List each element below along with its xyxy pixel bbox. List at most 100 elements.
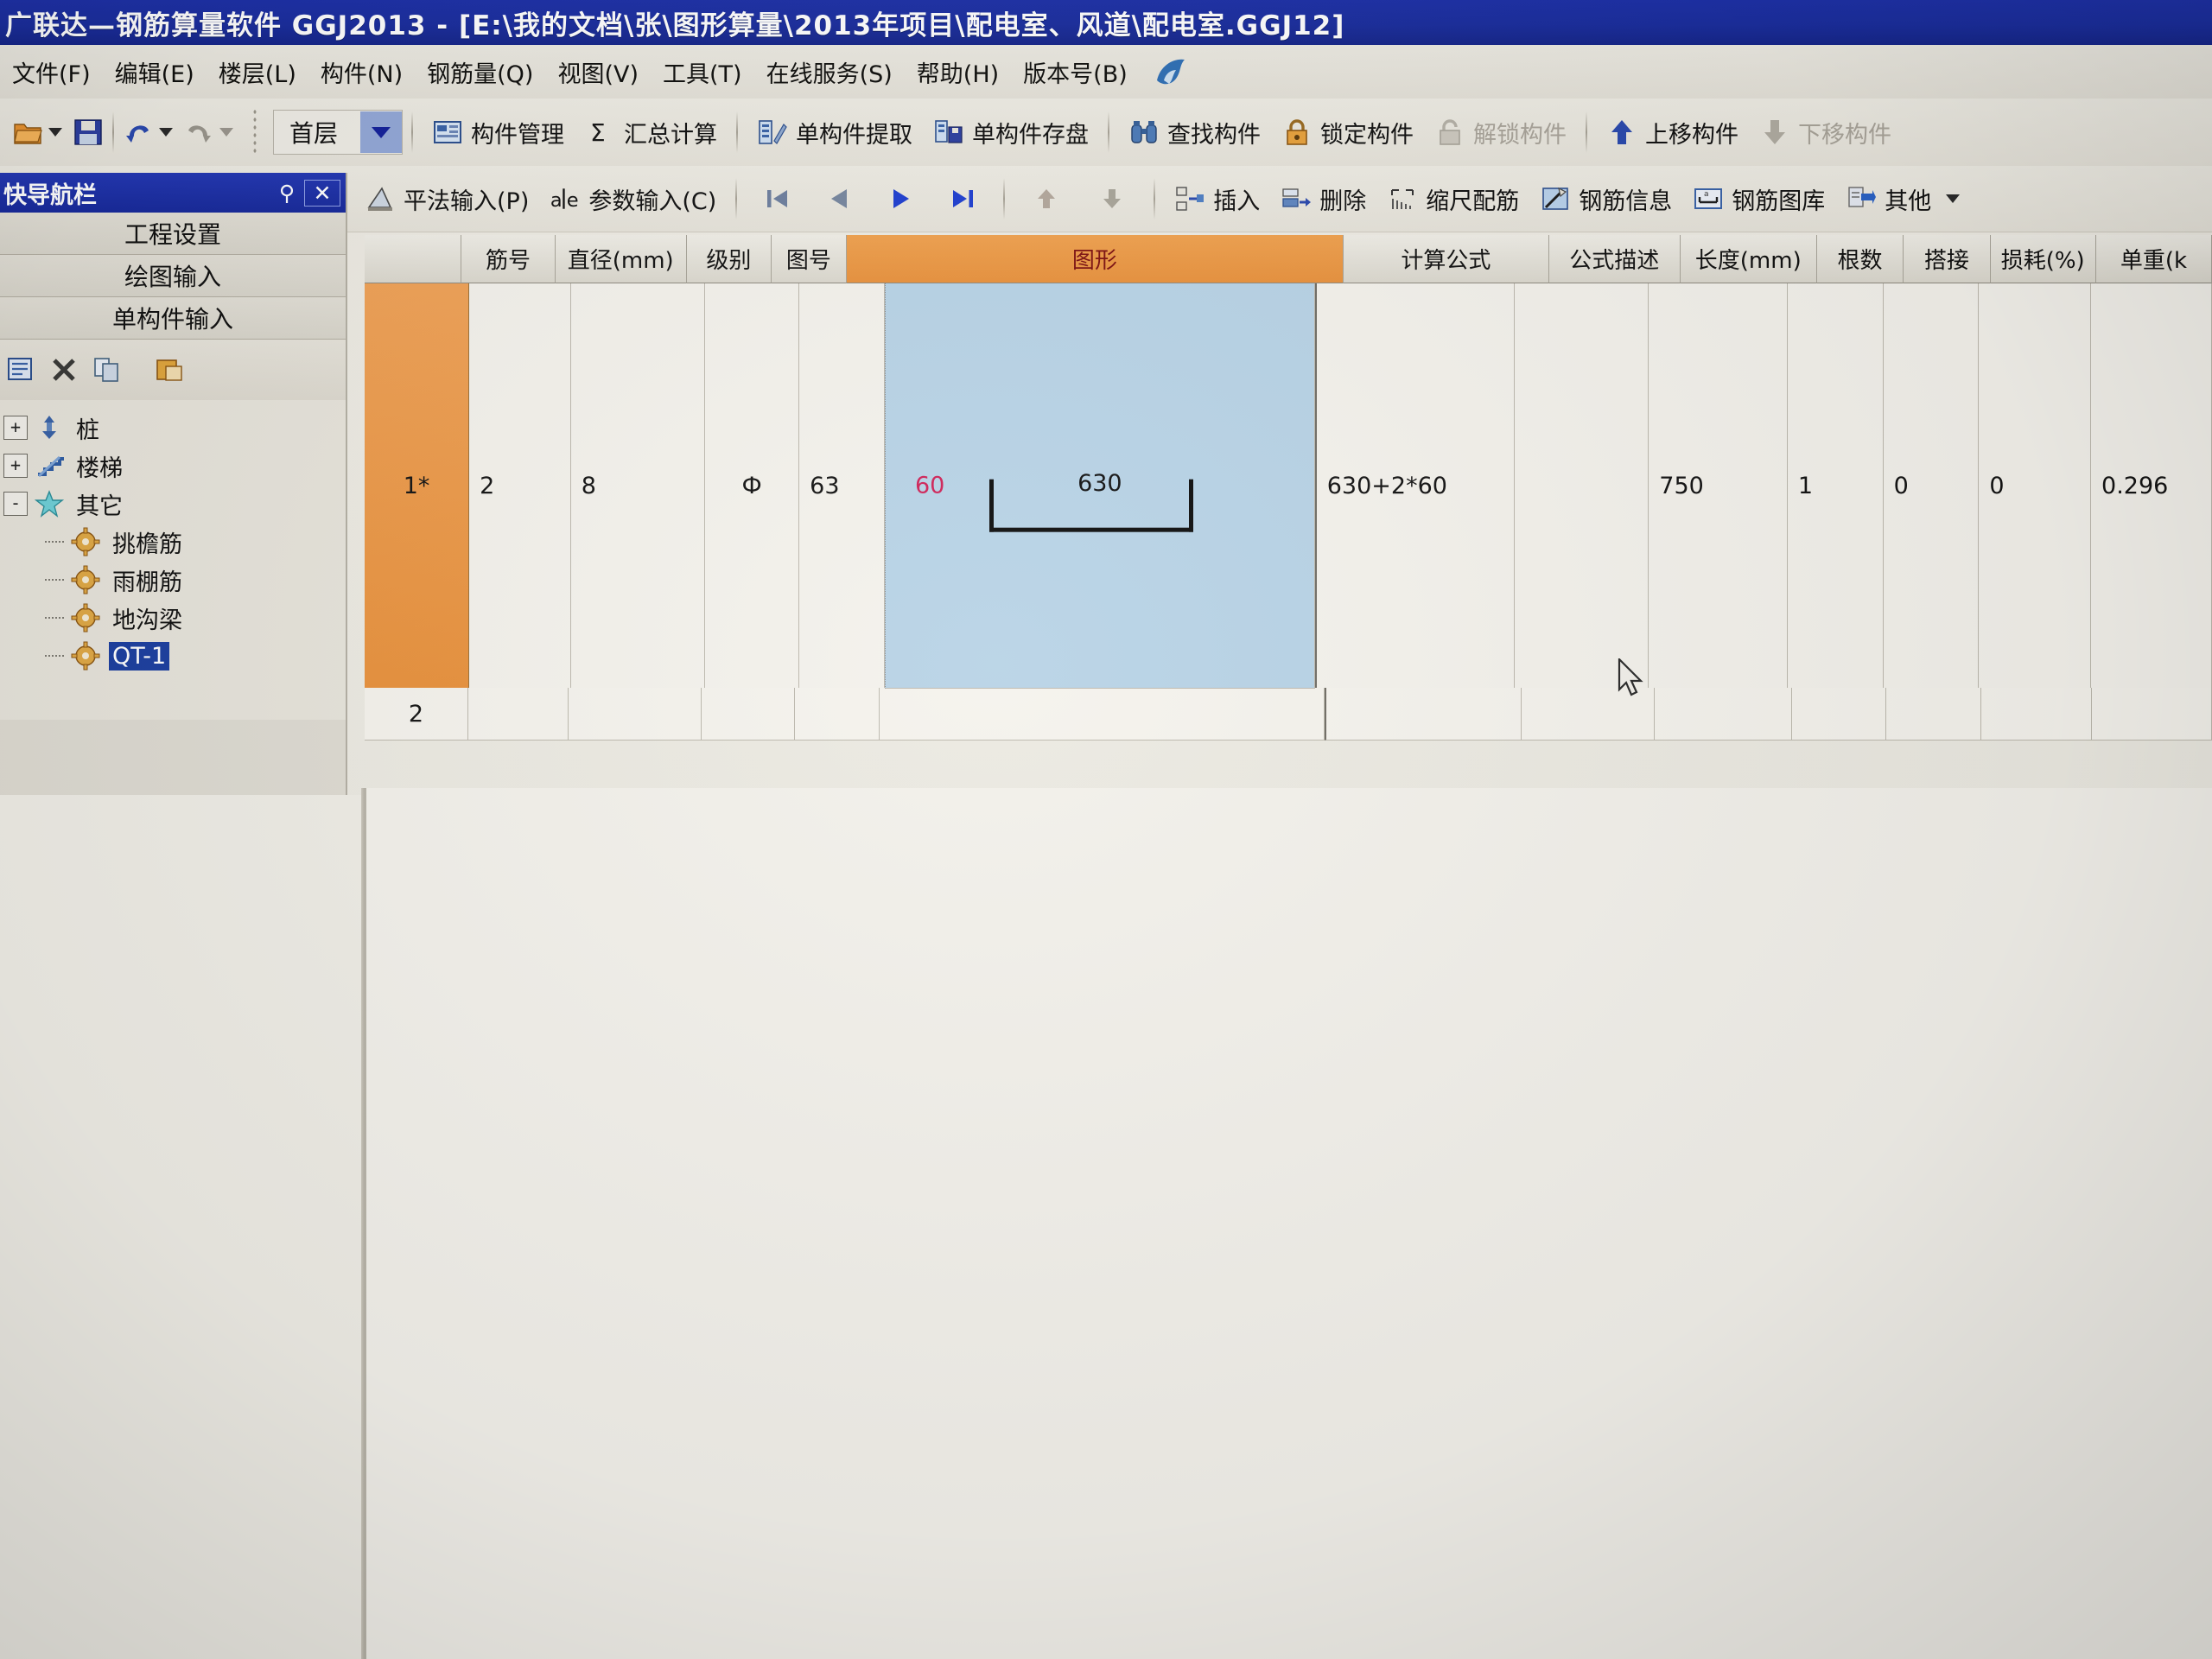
grid-header-unit-weight[interactable]: 单重(k — [2095, 235, 2212, 283]
scale-rebar-button[interactable]: 缩尺配筋 — [1376, 179, 1529, 219]
prev-record-icon[interactable] — [823, 183, 855, 214]
cell-length[interactable] — [1654, 688, 1792, 741]
menu-item-rebar-quantity[interactable]: 钢筋量(Q) — [415, 52, 545, 92]
save-component-button[interactable]: 单构件存盘 — [923, 112, 1099, 153]
pin-icon[interactable]: ⚲ — [270, 181, 304, 206]
tree-expander-icon[interactable]: - — [3, 492, 28, 516]
grid-header-length[interactable]: 长度(mm) — [1680, 235, 1817, 283]
move-down-icon[interactable] — [1096, 183, 1128, 214]
menu-item-version[interactable]: 版本号(B) — [1011, 52, 1140, 92]
find-component-button[interactable]: 查找构件 — [1118, 112, 1271, 153]
work-area[interactable] — [365, 788, 2212, 1659]
close-icon[interactable]: ✕ — [304, 179, 340, 207]
grid-header-count[interactable]: 根数 — [1816, 235, 1904, 283]
cell-unit-weight[interactable]: 0.296 — [2091, 283, 2212, 689]
cell-loss[interactable]: 0 — [1979, 283, 2092, 689]
menu-item-help[interactable]: 帮助(H) — [905, 52, 1011, 92]
tree-expander-icon[interactable]: + — [3, 416, 28, 440]
next-record-icon[interactable] — [886, 183, 917, 214]
cell-loss[interactable] — [1981, 688, 2093, 741]
insert-row-button[interactable]: 插入 — [1164, 179, 1270, 219]
cell-count[interactable] — [1791, 688, 1887, 741]
nav-button-drawing-input[interactable]: 绘图输入 — [0, 255, 346, 297]
grid-header-diameter[interactable]: 直径(mm) — [555, 235, 687, 283]
tree-item-pile[interactable]: + 桩 — [3, 409, 346, 447]
paste-icon[interactable] — [154, 354, 185, 385]
dolphin-logo-icon[interactable] — [1152, 54, 1190, 89]
cell-lap[interactable]: 0 — [1883, 283, 1980, 689]
cell-diameter[interactable]: 8 — [570, 283, 706, 689]
cell-level[interactable] — [702, 688, 796, 741]
save-disk-icon[interactable] — [73, 117, 104, 148]
cell-tuhao[interactable]: 63 — [799, 283, 885, 689]
toolbar-grip[interactable] — [252, 108, 257, 156]
unlock-component-button[interactable]: 解锁构件 — [1424, 112, 1577, 153]
tree-item-other[interactable]: - 其它 — [3, 485, 346, 523]
move-component-up-button[interactable]: 上移构件 — [1596, 112, 1749, 153]
rebar-info-button[interactable]: 钢筋信息 — [1529, 179, 1682, 219]
tree-expander-icon[interactable]: + — [3, 454, 28, 478]
copy-icon[interactable] — [92, 354, 123, 385]
menu-item-floor[interactable]: 楼层(L) — [207, 52, 308, 92]
undo-arrow-icon[interactable] — [123, 117, 154, 148]
open-folder-icon[interactable] — [12, 117, 43, 148]
menu-item-edit[interactable]: 编辑(E) — [103, 52, 207, 92]
lock-component-button[interactable]: 锁定构件 — [1271, 112, 1424, 153]
cell-length[interactable]: 750 — [1649, 283, 1788, 689]
cell-jinhao[interactable]: 2 — [469, 283, 571, 689]
grid-header-jinhao[interactable]: 筋号 — [461, 235, 556, 283]
delete-x-icon[interactable] — [48, 354, 79, 385]
first-record-icon[interactable] — [761, 183, 792, 214]
cell-shape[interactable] — [879, 688, 1325, 741]
cell-jinhao[interactable] — [467, 688, 569, 741]
pingfa-input-button[interactable]: 平法输入(P) — [354, 179, 539, 219]
menu-item-view[interactable]: 视图(V) — [545, 52, 651, 92]
grid-header-tuhao[interactable]: 图号 — [772, 235, 847, 283]
cell-unit-weight[interactable] — [2092, 688, 2212, 741]
row-header[interactable]: 2 — [365, 688, 468, 741]
last-record-icon[interactable] — [948, 183, 979, 214]
row-header[interactable]: 1* — [365, 283, 470, 689]
cell-lap[interactable] — [1886, 688, 1982, 741]
cell-shape[interactable]: 60 630 — [884, 283, 1315, 689]
open-dropdown-caret-icon[interactable] — [48, 128, 62, 137]
delete-row-button[interactable]: 删除 — [1270, 179, 1376, 219]
tree-item-yupengjin[interactable]: 雨棚筋 — [3, 561, 346, 599]
tree-item-tiaoyanjin[interactable]: 挑檐筋 — [3, 523, 346, 561]
menu-item-component[interactable]: 构件(N) — [308, 52, 415, 92]
move-component-down-button[interactable]: 下移构件 — [1749, 112, 1902, 153]
grid-header-lap[interactable]: 搭接 — [1904, 235, 1991, 283]
menu-item-tools[interactable]: 工具(T) — [651, 52, 754, 92]
cell-count[interactable]: 1 — [1787, 283, 1884, 689]
grid-header-formula[interactable]: 计算公式 — [1344, 235, 1549, 283]
cell-formula[interactable] — [1324, 688, 1522, 741]
summary-calc-button[interactable]: Σ 汇总计算 — [575, 112, 728, 153]
cell-diameter[interactable] — [569, 688, 702, 741]
table-row[interactable]: 1* 2 8 Ф 63 60 630 630+2*60 750 1 0 0 0.… — [365, 283, 2212, 689]
move-up-icon[interactable] — [1031, 183, 1062, 214]
menu-item-file[interactable]: 文件(F) — [0, 52, 103, 92]
grid-header-rownum[interactable] — [365, 235, 462, 283]
undo-dropdown-caret-icon[interactable] — [159, 128, 173, 137]
cell-tuhao[interactable] — [795, 688, 880, 741]
new-component-icon[interactable] — [5, 354, 36, 385]
tree-item-stair[interactable]: + 楼梯 — [3, 447, 346, 485]
component-manager-button[interactable]: 构件管理 — [422, 112, 575, 153]
rebar-library-button[interactable]: a 钢筋图库 — [1682, 179, 1835, 219]
nav-button-project-settings[interactable]: 工程设置 — [0, 213, 346, 255]
parameter-input-button[interactable]: ae 参数输入(C) — [539, 179, 727, 219]
grid-header-formula-desc[interactable]: 公式描述 — [1548, 235, 1681, 283]
grid-header-shape[interactable]: 图形 — [846, 235, 1344, 283]
nav-button-single-component-input[interactable]: 单构件输入 — [0, 297, 346, 340]
grid-header-loss[interactable]: 损耗(%) — [1990, 235, 2096, 283]
chevron-down-icon[interactable] — [360, 111, 403, 153]
menu-item-online-service[interactable]: 在线服务(S) — [754, 52, 905, 92]
tree-item-digouliang[interactable]: 地沟梁 — [3, 599, 346, 637]
cell-formula[interactable]: 630+2*60 — [1314, 283, 1515, 689]
floor-select[interactable]: 首层 — [273, 110, 404, 155]
tree-item-qt-1[interactable]: QT-1 — [3, 637, 346, 675]
extract-component-button[interactable]: 单构件提取 — [747, 112, 923, 153]
cell-formula-desc[interactable] — [1514, 283, 1649, 689]
table-row[interactable]: 2 — [365, 688, 2212, 741]
grid-header-level[interactable]: 级别 — [686, 235, 772, 283]
